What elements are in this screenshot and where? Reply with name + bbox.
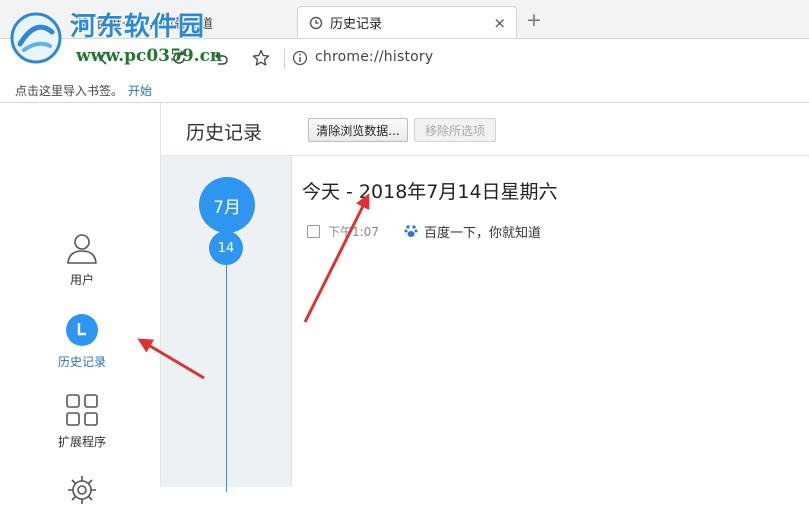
sidebar-item-label: 历史记录 (57, 355, 106, 369)
info-icon[interactable] (292, 50, 308, 70)
import-bookmarks-start-link[interactable]: 开始 (128, 82, 152, 99)
sidebar-item-label: 扩展程序 (57, 435, 106, 449)
sidebar-item-user[interactable]: 用户 (40, 231, 124, 288)
clear-browsing-data-button[interactable]: 清除浏览数据... (308, 118, 408, 142)
page-title: 历史记录 (186, 122, 263, 144)
sidebar-item-extensions[interactable]: 扩展程序 (40, 393, 124, 450)
tab-label: 历史记录 (330, 17, 383, 32)
watermark-logo-icon (8, 10, 64, 66)
timeline-day-badge[interactable]: 14 (209, 231, 243, 265)
paw-icon (404, 224, 418, 238)
history-entry: 下午1:07 百度一下，你就知道 (307, 221, 541, 241)
address-separator (284, 49, 285, 69)
star-icon[interactable] (250, 47, 272, 69)
user-icon (65, 231, 99, 265)
sidebar-item-label: 用户 (69, 273, 94, 287)
day-heading: 今天 - 2018年7月14日星期六 (302, 181, 558, 203)
side-nav: 用户 历史记录 扩展程序 (0, 103, 161, 504)
watermark-title: 河东软件园 (70, 12, 206, 42)
close-icon[interactable]: × (493, 15, 506, 31)
grid-icon (65, 393, 99, 427)
history-clock-icon (308, 15, 324, 31)
new-tab-button[interactable]: + (526, 10, 542, 30)
bookmarks-bar: 点击这里导入书签。 开始 (0, 77, 809, 103)
history-clock-icon (65, 313, 99, 347)
remove-selected-button[interactable]: 移除所选项 (414, 118, 496, 142)
tab-history[interactable]: 历史记录 × (297, 6, 517, 38)
timeline-month-badge[interactable]: 7月 (199, 177, 255, 233)
gear-icon (65, 473, 99, 507)
sidebar-item-history[interactable]: 历史记录 (40, 313, 124, 370)
timeline-line (226, 232, 227, 492)
import-bookmarks-prompt: 点击这里导入书签。 (15, 84, 124, 98)
address-bar-url[interactable]: chrome://history (315, 49, 433, 65)
history-timeline: 7月 14 (161, 156, 292, 492)
watermark-url: www.pc0359.cn (76, 46, 223, 66)
history-header: 历史记录 清除浏览数据... 移除所选项 (161, 103, 809, 156)
history-list: 今天 - 2018年7月14日星期六 下午1:07 百度一下，你就知道 (292, 156, 809, 487)
sidebar-item-settings[interactable] (40, 473, 124, 507)
entry-checkbox[interactable] (307, 224, 320, 238)
entry-time: 下午1:07 (328, 224, 379, 239)
entry-title-link[interactable]: 百度一下，你就知道 (424, 222, 541, 241)
